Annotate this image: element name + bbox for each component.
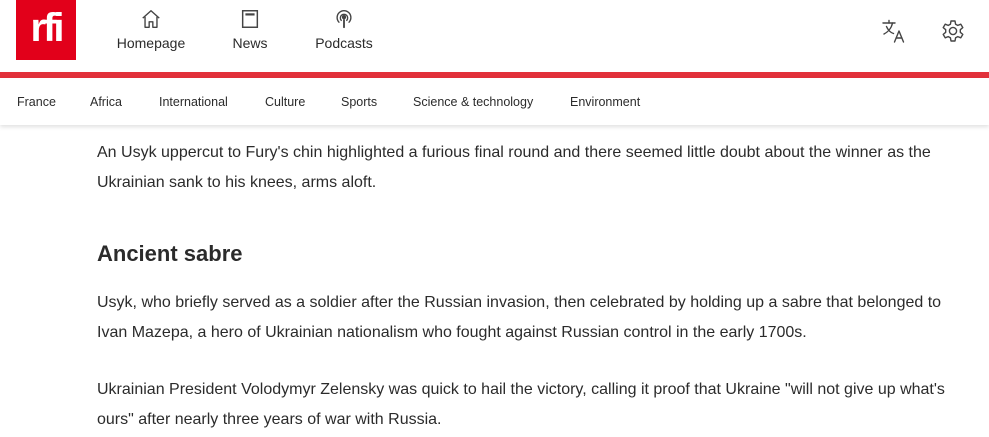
section-tab-international[interactable]: International [159, 95, 228, 109]
section-nav: France Africa International Culture Spor… [0, 78, 989, 125]
nav-item-label: Homepage [116, 35, 186, 51]
gear-icon [942, 20, 964, 42]
article-paragraph: An Usyk uppercut to Fury's chin highligh… [97, 144, 931, 191]
rfi-logo[interactable]: rfi [16, 0, 76, 60]
language-button[interactable] [881, 18, 907, 44]
article-paragraph: Ukrainian President Volodymyr Zelensky w… [97, 381, 945, 428]
logo-text: rfi [30, 6, 65, 50]
article-subheading: Ancient sabre [97, 241, 243, 266]
home-icon [142, 10, 160, 28]
podcast-icon [336, 10, 352, 29]
section-tab-africa[interactable]: Africa [90, 95, 122, 109]
article-body: An Usyk uppercut to Fury's chin highligh… [97, 138, 957, 435]
section-tab-france[interactable]: France [17, 95, 56, 109]
article-paragraph: Usyk, who briefly served as a soldier af… [97, 294, 942, 341]
top-bar: rfi Homepage News Podcasts [0, 0, 989, 72]
nav-item-label: News [232, 35, 268, 51]
section-tab-sports[interactable]: Sports [341, 95, 377, 109]
nav-item-podcasts[interactable]: Podcasts [313, 8, 375, 51]
section-tab-science-technology[interactable]: Science & technology [413, 95, 533, 109]
newspaper-icon [241, 10, 259, 28]
section-tab-culture[interactable]: Culture [265, 95, 305, 109]
section-tab-environment[interactable]: Environment [570, 95, 640, 109]
nav-item-label: Podcasts [315, 35, 373, 51]
nav-item-homepage[interactable]: Homepage [116, 8, 186, 51]
translate-icon [882, 19, 905, 43]
nav-item-news[interactable]: News [230, 8, 270, 51]
settings-button[interactable] [940, 18, 966, 44]
